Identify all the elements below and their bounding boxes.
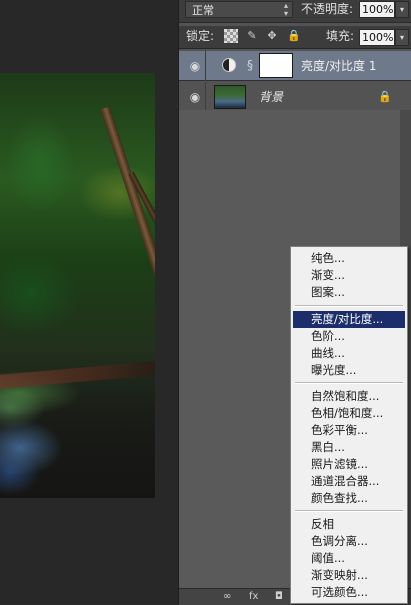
opacity-label: 不透明度: xyxy=(301,2,354,16)
blend-mode-value: 正常 xyxy=(192,4,214,17)
fill-dropdown-icon[interactable]: ▾ xyxy=(395,29,409,46)
menu-separator xyxy=(295,510,403,512)
link-layers-icon[interactable]: ∞ xyxy=(223,591,231,602)
layer-mask-thumbnail[interactable] xyxy=(259,53,293,78)
menu-item-vibrance[interactable]: 自然饱和度... xyxy=(293,388,405,405)
lock-transparent-pixels-icon[interactable] xyxy=(224,29,238,43)
layer-thumbnail[interactable] xyxy=(214,85,246,109)
menu-item-posterize[interactable]: 色调分离... xyxy=(293,533,405,550)
lock-label: 锁定: xyxy=(186,29,215,43)
blend-opacity-row: 正常 ▴ ▾ 不透明度: 100% ▾ xyxy=(179,0,411,23)
layer-row-background[interactable]: ◉ 背景 🔒 xyxy=(179,82,411,112)
lock-fill-row: 锁定: ✎ ✥ 🔒 填充: 100% ▾ xyxy=(179,26,411,49)
lock-all-icon[interactable]: 🔒 xyxy=(287,29,301,43)
fill-input[interactable]: 100% xyxy=(359,29,395,46)
divider xyxy=(205,82,206,112)
menu-item-levels[interactable]: 色阶... xyxy=(293,328,405,345)
menu-item-selective-color[interactable]: 可选颜色... xyxy=(293,584,405,601)
menu-separator xyxy=(295,305,403,307)
adjustment-layer-icon[interactable] xyxy=(222,58,236,72)
menu-item-pattern[interactable]: 图案... xyxy=(293,284,405,301)
add-mask-icon[interactable]: ◘ xyxy=(275,591,283,602)
chain-link-icon[interactable]: § xyxy=(247,58,253,72)
menu-item-solid-color[interactable]: 纯色... xyxy=(293,250,405,267)
menu-item-curves[interactable]: 曲线... xyxy=(293,345,405,362)
menu-separator xyxy=(295,382,403,384)
layer-name[interactable]: 背景 xyxy=(259,89,283,105)
document-canvas-area[interactable] xyxy=(0,0,178,604)
shoreline xyxy=(0,361,155,389)
canvas-photo-tropical-beach[interactable] xyxy=(0,73,155,498)
eye-icon[interactable]: ◉ xyxy=(188,59,202,73)
layer-row-brightness-contrast[interactable]: ◉ § 亮度/对比度 1 xyxy=(179,51,411,81)
menu-item-invert[interactable]: 反相 xyxy=(293,516,405,533)
opacity-input[interactable]: 100% xyxy=(359,1,395,18)
menu-item-gradient[interactable]: 渐变... xyxy=(293,267,405,284)
water-area xyxy=(0,388,95,498)
menu-item-black-white[interactable]: 黑白... xyxy=(293,439,405,456)
fx-icon[interactable]: fx xyxy=(249,591,258,602)
menu-item-color-balance[interactable]: 色彩平衡... xyxy=(293,422,405,439)
divider xyxy=(205,51,206,81)
menu-item-color-lookup[interactable]: 颜色查找... xyxy=(293,490,405,507)
palm-trunk xyxy=(100,106,155,367)
menu-item-exposure[interactable]: 曝光度... xyxy=(293,362,405,379)
menu-item-channel-mixer[interactable]: 通道混合器... xyxy=(293,473,405,490)
menu-item-photo-filter[interactable]: 照片滤镜... xyxy=(293,456,405,473)
adjustment-layer-menu: 纯色... 渐变... 图案... 亮度/对比度... 色阶... 曲线... … xyxy=(290,246,408,604)
fill-label: 填充: xyxy=(326,29,355,43)
menu-item-hue-saturation[interactable]: 色相/饱和度... xyxy=(293,405,405,422)
updown-arrows-icon: ▴ ▾ xyxy=(283,1,288,18)
lock-icon[interactable]: 🔒 xyxy=(378,90,392,103)
lock-image-pixels-icon[interactable]: ✎ xyxy=(245,29,259,43)
menu-item-brightness-contrast[interactable]: 亮度/对比度... xyxy=(293,311,405,328)
menu-item-gradient-map[interactable]: 渐变映射... xyxy=(293,567,405,584)
opacity-dropdown-icon[interactable]: ▾ xyxy=(395,1,409,18)
blend-mode-select[interactable]: 正常 ▴ ▾ xyxy=(185,1,293,18)
eye-icon[interactable]: ◉ xyxy=(188,90,202,104)
menu-item-threshold[interactable]: 阈值... xyxy=(293,550,405,567)
layer-name[interactable]: 亮度/对比度 1 xyxy=(301,58,377,74)
lock-position-icon[interactable]: ✥ xyxy=(265,29,279,43)
